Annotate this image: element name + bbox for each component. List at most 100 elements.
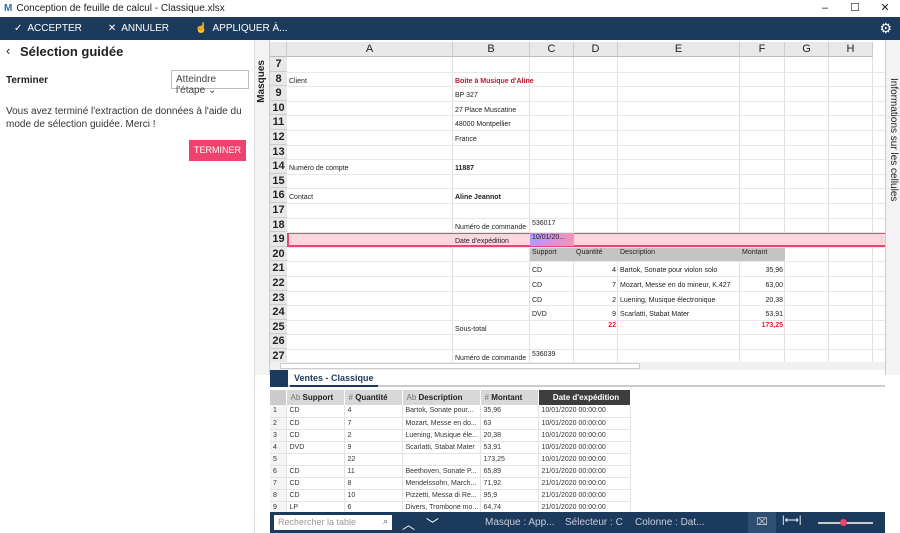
row-header-10[interactable]: 10 [270,100,287,116]
cell-D22[interactable]: 7 [576,281,616,290]
row-header-21[interactable]: 21 [270,261,287,276]
cell-B12[interactable]: France [455,135,528,144]
row-header-9[interactable]: 9 [270,86,287,101]
close-button[interactable]: ✕ [870,0,900,17]
table-cell[interactable]: Mendelssohn, March... [402,477,481,490]
table-cell[interactable]: CD [286,489,345,502]
table-cell[interactable]: 11 [344,465,403,478]
table-cell[interactable]: Mozart, Messe en do... [402,417,481,430]
table-cell[interactable]: 20,38 [480,429,539,442]
spreadsheet-grid[interactable]: A B C D E F G H 7 8 9 10 11 12 13 14 15 16 17 18 19 20 21 22 23 2… [270,42,885,362]
table-cell[interactable]: 10/01/2020 00:00:00 [538,453,631,466]
cell-C23[interactable]: CD [532,296,572,305]
table-cell[interactable]: CD [286,405,345,418]
table-column-header[interactable]: Date d'expédition [538,390,631,405]
table-cell[interactable]: 7 [270,477,287,490]
column-header-C[interactable]: C [530,42,574,57]
row-header-26[interactable]: 26 [270,334,287,349]
table-column-header[interactable]: # Montant [480,390,539,405]
table-cell[interactable]: 1 [270,405,287,418]
table-cell[interactable]: DVD [286,441,345,454]
row-header-20[interactable]: 20 [270,246,287,262]
table-cell[interactable]: 173,25 [480,453,539,466]
column-header-A[interactable]: A [287,42,453,57]
table-cell[interactable]: 8 [344,477,403,490]
table-cell[interactable]: 8 [270,489,287,502]
gear-icon[interactable]: ⚙ [879,20,892,37]
table-cell[interactable]: 21/01/2020 00:00:00 [538,477,631,490]
row-header-22[interactable]: 22 [270,276,287,291]
cell-C19[interactable]: 10/01/20... [532,233,572,242]
column-header-F[interactable]: F [740,42,785,57]
row-header-23[interactable]: 23 [270,290,287,306]
row-header-27[interactable]: 27 [270,349,287,362]
cancel-button[interactable]: ✕ ANNULER [108,23,169,34]
cell-E20[interactable]: Description [620,248,738,257]
column-header-E[interactable]: E [618,42,740,57]
cell-C18[interactable]: 536017 [532,219,572,228]
table-cell[interactable] [286,453,345,466]
table-cell[interactable]: 3 [270,429,287,442]
table-cell[interactable]: 9 [270,501,287,512]
cell-D23[interactable]: 2 [576,296,616,305]
table-cell[interactable]: 53,91 [480,441,539,454]
column-header-B[interactable]: B [453,42,530,57]
cell-B16[interactable]: Aline Jeannot [455,193,528,202]
table-cell[interactable]: CD [286,465,345,478]
cell-F22[interactable]: 63,00 [742,281,783,290]
table-cell[interactable]: CD [286,417,345,430]
row-header-19[interactable]: 19 [270,232,287,247]
cell-info-side-panel[interactable]: Informations sur les cellules [885,40,900,375]
row-header-14[interactable]: 14 [270,159,287,174]
table-row[interactable]: 4 DVD 9 Scarlatti, Stabat Mater 53,91 10/01/2… [270,441,631,454]
table-cell[interactable]: 4 [344,405,403,418]
cell-F23[interactable]: 20,38 [742,296,783,305]
row-header-7[interactable]: 7 [270,57,287,72]
fit-width-icon[interactable]: |⟷| [782,515,802,526]
table-row[interactable]: 1 CD 4 Bartok, Sonate pour... 35,96 10/01/202… [270,405,631,418]
table-cell[interactable]: 10/01/2020 00:00:00 [538,405,631,418]
cell-D20[interactable]: Quantité [576,248,616,257]
cell-C20[interactable]: Support [532,248,572,257]
cell-B11[interactable]: 48000 Montpellier [455,120,528,129]
table-cell[interactable]: Bartok, Sonate pour... [402,405,481,418]
cell-E21[interactable]: Bartok, Sonate pour violon solo [620,266,738,275]
column-header-H[interactable]: H [829,42,873,57]
table-row[interactable]: 5 22 173,25 10/01/2020 00:00:00 [270,453,631,466]
horizontal-scrollbar[interactable] [270,362,885,370]
cell-E24[interactable]: Scarlatti, Stabat Mater [620,310,738,319]
table-cell[interactable]: 21/01/2020 00:00:00 [538,501,631,512]
table-row[interactable]: 9 LP 6 Divers, Trombone mo... 64,74 21/01/202… [270,501,631,512]
step-select[interactable]: Atteindre l'étape ⌄ [171,70,249,96]
minimize-button[interactable]: – [810,0,840,17]
table-cell[interactable]: 71,92 [480,477,539,490]
apply-to-button[interactable]: ☝ APPLIQUER À... [195,23,287,34]
corner-cell[interactable] [270,390,287,405]
cell-B10[interactable]: 27 Place Muscatine [455,106,528,115]
table-cell[interactable]: 64,74 [480,501,539,512]
table-cell[interactable]: 35,96 [480,405,539,418]
cell-E22[interactable]: Mozart, Messe en do mineur, K.427 [620,281,738,290]
maximize-button[interactable]: ☐ [840,0,870,17]
chevron-down-icon[interactable]: ﹀ [426,514,439,533]
row-header-12[interactable]: 12 [270,130,287,145]
table-row[interactable]: 8 CD 10 Pizzetti, Messa di Re... 95,9 21/01/2… [270,489,631,502]
table-icon[interactable] [270,370,288,387]
row-header-25[interactable]: 25 [270,319,287,335]
table-row[interactable]: 3 CD 2 Luening, Musique éle... 20,38 10/01/20… [270,429,631,442]
table-cell[interactable]: Scarlatti, Stabat Mater [402,441,481,454]
table-cell[interactable]: 21/01/2020 00:00:00 [538,489,631,502]
cell-A16[interactable]: Contact [289,193,451,202]
row-header-13[interactable]: 13 [270,144,287,160]
cell-C24[interactable]: DVD [532,310,572,319]
cell-F20[interactable]: Montant [742,248,783,257]
cell-B19[interactable]: Date d'expédition [455,237,528,246]
table-cell[interactable]: Luening, Musique éle... [402,429,481,442]
table-cell[interactable]: 10 [344,489,403,502]
table-cell[interactable]: CD [286,477,345,490]
cell-B25[interactable]: Sous-total [455,325,528,334]
cell-D21[interactable]: 4 [576,266,616,275]
table-column-header[interactable]: Ab Support [286,390,345,405]
row-header-18[interactable]: 18 [270,217,287,233]
column-header-G[interactable]: G [785,42,829,57]
